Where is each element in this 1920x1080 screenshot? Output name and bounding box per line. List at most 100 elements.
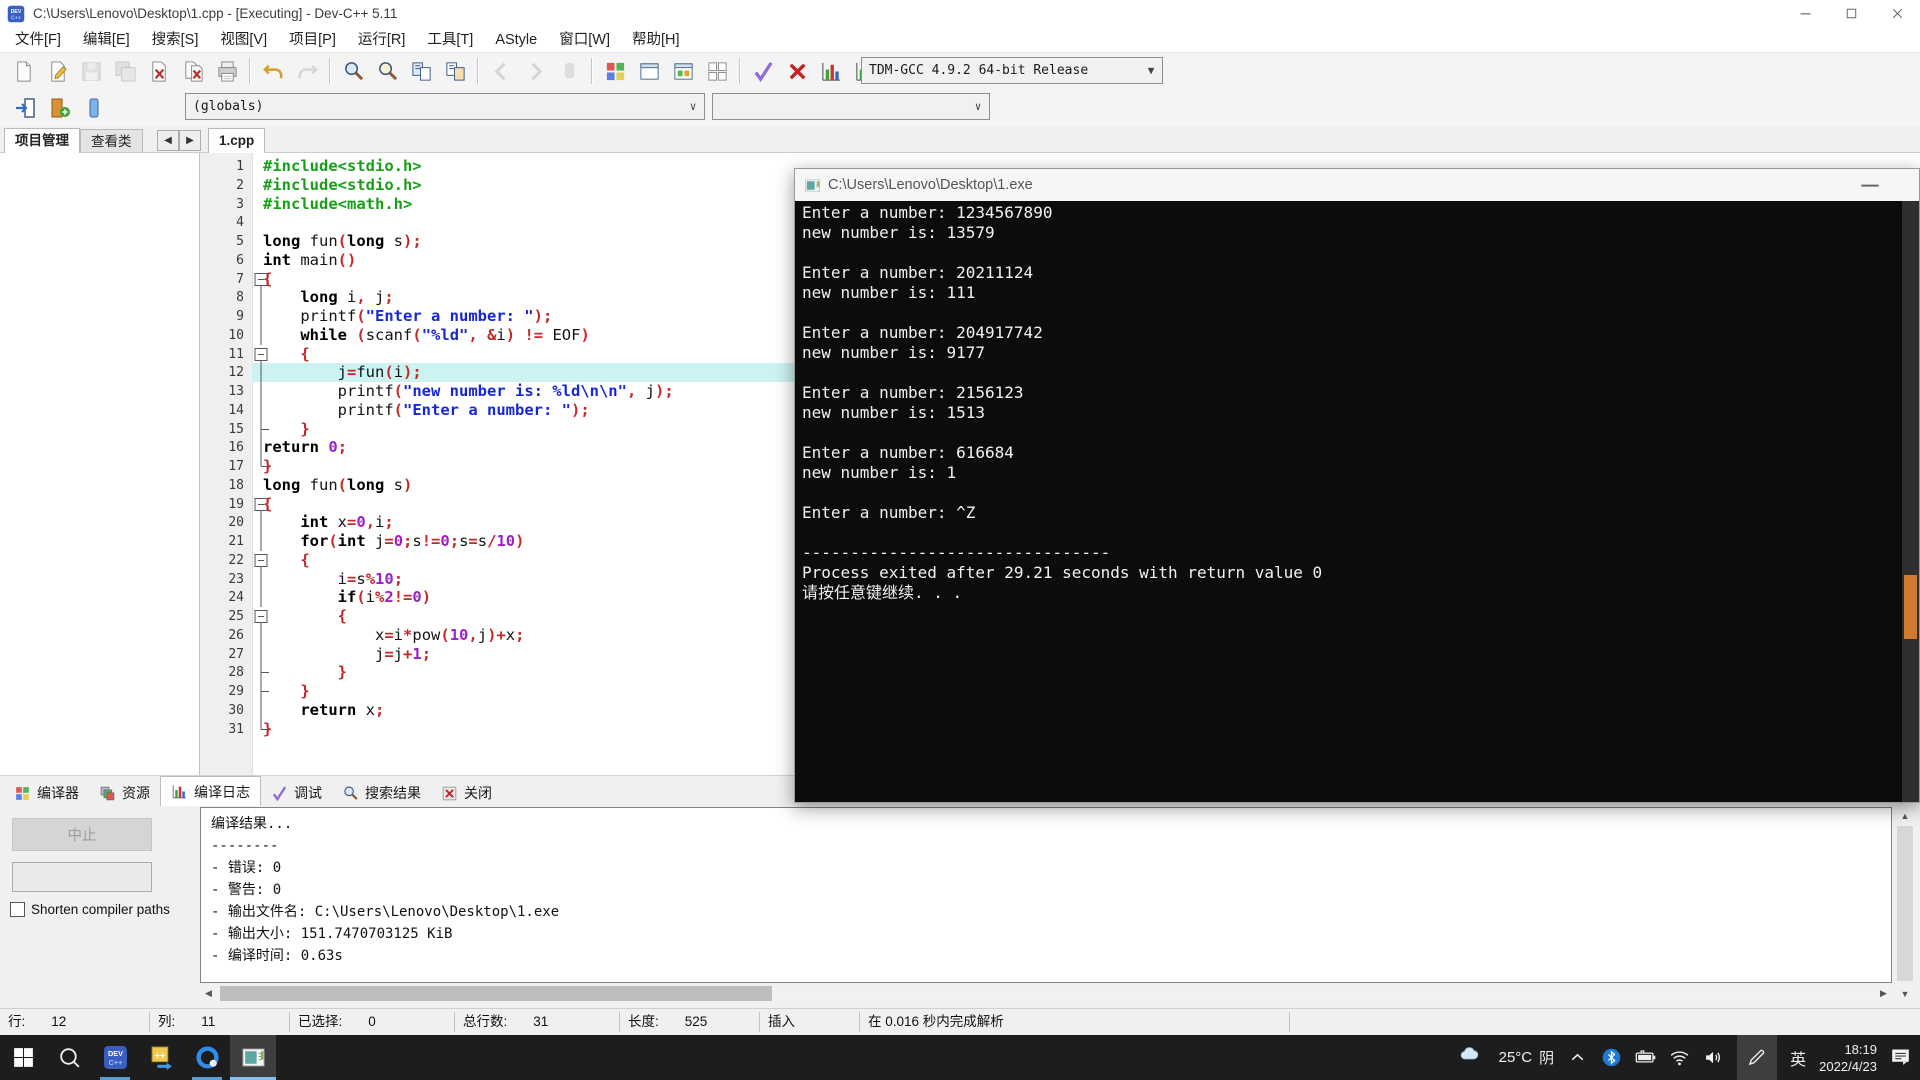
compile-check-button[interactable] — [746, 55, 780, 87]
forward-button[interactable] — [518, 55, 552, 87]
find-next-button[interactable] — [370, 55, 404, 87]
menu-item-1[interactable]: 文件[F] — [4, 27, 72, 53]
weather-icon[interactable] — [1459, 1044, 1486, 1071]
shorten-paths-option[interactable]: Shorten compiler paths — [10, 902, 170, 917]
report-tab-label: 搜索结果 — [365, 783, 421, 803]
report-tab-3[interactable]: 编译日志 — [160, 776, 261, 806]
back-button[interactable] — [484, 55, 518, 87]
v-scroll-thumb[interactable] — [1897, 826, 1913, 981]
weather-temp[interactable]: 25°C — [1499, 1049, 1533, 1066]
h-scroll-thumb[interactable] — [220, 986, 772, 1001]
editor-tab-1cpp[interactable]: 1.cpp — [208, 128, 265, 153]
new-project-button[interactable] — [598, 55, 632, 87]
pen-input-icon[interactable] — [1737, 1035, 1777, 1080]
profile-chart-button[interactable] — [814, 55, 848, 87]
door-plus-button[interactable] — [42, 92, 76, 124]
report-tab-6[interactable]: 关闭 — [431, 780, 502, 806]
window-color-button[interactable] — [666, 55, 700, 87]
globals-select[interactable]: (globals) ∨ — [185, 93, 705, 120]
menu-item-2[interactable]: 编辑[E] — [72, 27, 141, 53]
taskbar-devcpp[interactable]: DEVC++ — [92, 1035, 138, 1080]
close-file-button[interactable] — [142, 55, 176, 87]
open-file-button[interactable] — [40, 55, 74, 87]
report-tab-4[interactable]: 调试 — [261, 780, 332, 806]
compile-log[interactable]: 编译结果...--------- 错误: 0- 警告: 0- 输出文件名: C:… — [200, 807, 1892, 983]
find-button[interactable] — [336, 55, 370, 87]
line-number: 25 — [200, 607, 244, 626]
undo-button[interactable] — [256, 55, 290, 87]
line-number: 21 — [200, 532, 244, 551]
tab-scroll-right-button[interactable]: ▶ — [179, 130, 201, 151]
console-line: Enter a number: 204917742 — [802, 323, 1882, 343]
console-scrollbar-thumb[interactable] — [1904, 575, 1917, 639]
replace-all-button[interactable] — [438, 55, 472, 87]
tab-project-manager[interactable]: 项目管理 — [4, 128, 80, 153]
maximize-button[interactable] — [1828, 0, 1874, 27]
minimize-button[interactable] — [1782, 0, 1828, 27]
notification-center-icon[interactable] — [1890, 1046, 1914, 1070]
shorten-paths-checkbox[interactable] — [10, 902, 25, 917]
line-number: 18 — [200, 476, 244, 495]
console-title-bar[interactable]: C:\Users\Lenovo\Desktop\1.exe — [795, 169, 1919, 201]
input-language[interactable]: 英 — [1790, 1046, 1806, 1070]
bluetooth-icon[interactable] — [1601, 1047, 1622, 1068]
taskbar-search[interactable] — [46, 1035, 92, 1080]
scroll-up-icon[interactable]: ▲ — [1896, 807, 1914, 824]
taskbar-file-tool[interactable]: ++ — [138, 1035, 184, 1080]
scroll-right-icon[interactable]: ▶ — [1875, 985, 1892, 1002]
console-window[interactable]: C:\Users\Lenovo\Desktop\1.exe Enter a nu… — [794, 168, 1920, 803]
tray-expand-icon[interactable] — [1567, 1047, 1588, 1068]
line-number: 23 — [200, 570, 244, 589]
save-button[interactable] — [74, 55, 108, 87]
tab-scroll-left-button[interactable]: ◀ — [157, 130, 179, 151]
start-button[interactable] — [0, 1035, 46, 1080]
blob-button[interactable] — [552, 55, 586, 87]
menu-item-7[interactable]: 工具[T] — [416, 27, 484, 53]
wifi-icon[interactable] — [1669, 1047, 1690, 1068]
report-tab-5[interactable]: 搜索结果 — [332, 780, 431, 806]
stop-cross-button[interactable] — [780, 55, 814, 87]
new-file-button[interactable] — [6, 55, 40, 87]
log-vertical-scrollbar[interactable]: ▲ ▼ — [1896, 807, 1914, 1002]
menu-item-8[interactable]: AStyle — [484, 27, 548, 53]
log-horizontal-scrollbar[interactable]: ◀ ▶ — [200, 985, 1892, 1002]
report-tab-2[interactable]: 资源 — [89, 780, 160, 806]
print-icon — [216, 60, 239, 83]
jump-in-button[interactable] — [8, 92, 42, 124]
menu-item-4[interactable]: 视图[V] — [209, 27, 278, 53]
volume-icon[interactable] — [1703, 1047, 1724, 1068]
menu-item-6[interactable]: 运行[R] — [347, 27, 417, 53]
project-panel[interactable] — [0, 153, 200, 775]
tab-class-view[interactable]: 查看类 — [80, 129, 143, 152]
print-button[interactable] — [210, 55, 244, 87]
console-scrollbar[interactable] — [1902, 201, 1919, 802]
console-line: Enter a number: ^Z — [802, 503, 1882, 523]
abort-button[interactable]: 中止 — [12, 818, 152, 851]
taskbar-console[interactable] — [230, 1035, 276, 1080]
menu-item-9[interactable]: 窗口[W] — [548, 27, 621, 53]
taskbar-clock[interactable]: 18:19 2022/4/23 — [1819, 1041, 1877, 1075]
menu-item-3[interactable]: 搜索[S] — [141, 27, 210, 53]
members-select[interactable]: ∨ — [712, 93, 990, 120]
save-all-button[interactable] — [108, 55, 142, 87]
grid-outline-button[interactable] — [700, 55, 734, 87]
report-tab-1[interactable]: 编译器 — [4, 780, 89, 806]
window-button[interactable] — [632, 55, 666, 87]
battery-icon[interactable] — [1635, 1047, 1656, 1068]
close-all-button[interactable] — [176, 55, 210, 87]
console-minimize-button[interactable] — [1855, 169, 1885, 201]
code-text: long fun(long s) — [263, 476, 412, 495]
line-number: 16 — [200, 438, 244, 457]
blue-bar-button[interactable] — [76, 92, 110, 124]
menu-item-5[interactable]: 项目[P] — [278, 27, 347, 53]
replace-button[interactable] — [404, 55, 438, 87]
back-icon — [490, 60, 513, 83]
taskbar-qq-browser[interactable] — [184, 1035, 230, 1080]
menu-item-10[interactable]: 帮助[H] — [621, 27, 691, 53]
compiler-profile-select[interactable]: TDM-GCC 4.9.2 64-bit Release ▼ — [861, 57, 1163, 84]
scroll-down-icon[interactable]: ▼ — [1896, 985, 1914, 1002]
close-button[interactable] — [1874, 0, 1920, 27]
redo-button[interactable] — [290, 55, 324, 87]
weather-condition[interactable]: 阴 — [1539, 1047, 1554, 1068]
scroll-left-icon[interactable]: ◀ — [200, 985, 217, 1002]
